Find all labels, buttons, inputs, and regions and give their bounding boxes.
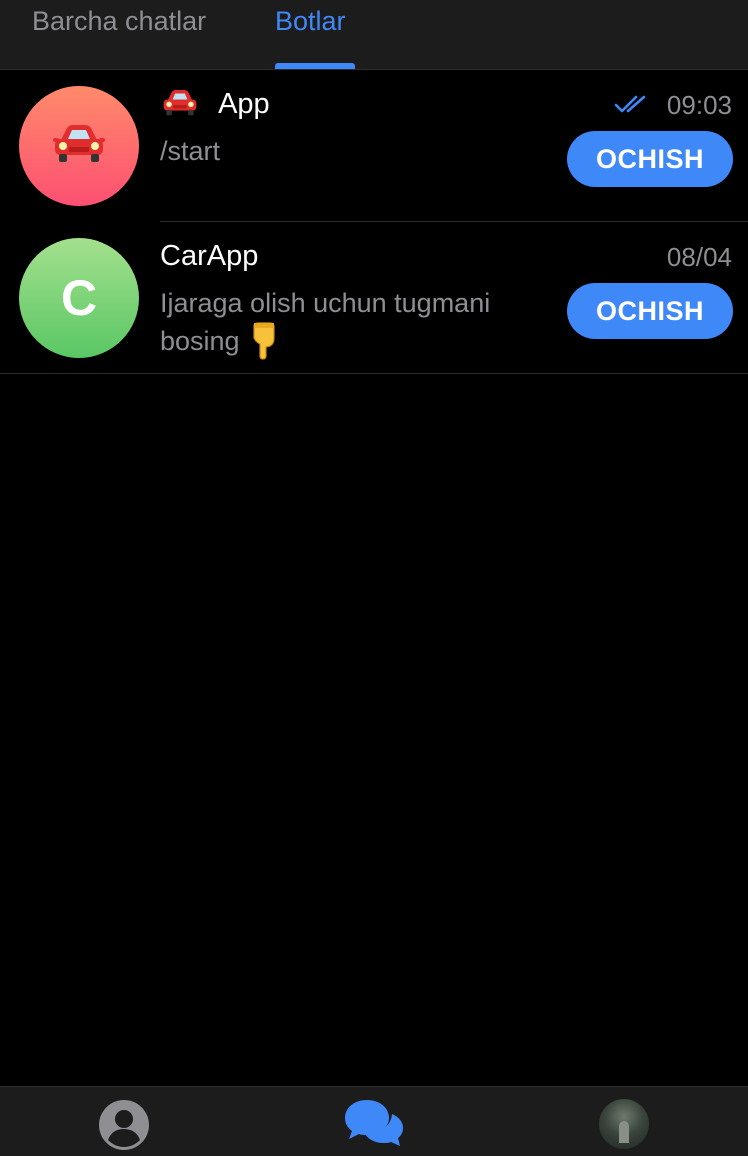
chat-title: App	[160, 88, 270, 126]
car-emoji-icon	[160, 88, 200, 126]
row-divider	[0, 373, 748, 374]
open-bot-button[interactable]: OCHISH	[567, 283, 733, 339]
chat-time: 09:03	[666, 90, 732, 120]
chats-icon[interactable]	[343, 1097, 405, 1154]
chat-filter-tabs: Barcha chatlar Botlar	[0, 0, 748, 70]
chat-row-app[interactable]: App /start 09:03 OCHISH	[0, 70, 748, 222]
profile-avatar[interactable]	[599, 1099, 649, 1149]
tab-all-chats[interactable]: Barcha chatlar	[32, 6, 206, 37]
avatar	[19, 86, 139, 206]
chat-title-text: App	[218, 88, 270, 120]
chat-preview-text: Ijaraga olish uchun tugmani bosing	[160, 288, 491, 356]
pointing-down-hand-icon	[248, 322, 278, 370]
tab-bots[interactable]: Botlar	[275, 6, 346, 37]
avatar-letter: C	[60, 270, 98, 326]
active-tab-indicator	[275, 63, 355, 69]
chat-date: 08/04	[666, 242, 732, 272]
avatar: C	[19, 238, 139, 358]
chat-title: CarApp	[160, 240, 259, 272]
car-emoji-icon	[51, 122, 107, 171]
chat-preview: Ijaraga olish uchun tugmani bosing	[160, 284, 550, 370]
chat-preview: /start	[160, 136, 221, 166]
contacts-icon[interactable]	[98, 1099, 150, 1156]
double-check-icon	[614, 94, 648, 119]
chat-row-carapp[interactable]: C CarApp Ijaraga olish uchun tugmani bos…	[0, 222, 748, 374]
bottom-tab-bar	[0, 1086, 748, 1156]
profile-photo	[599, 1099, 649, 1149]
open-bot-button[interactable]: OCHISH	[567, 131, 733, 187]
